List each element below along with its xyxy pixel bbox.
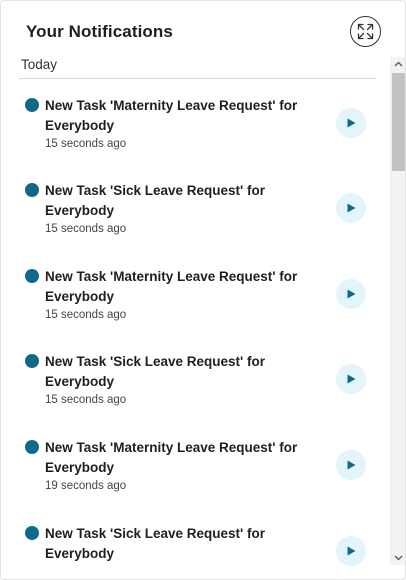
scroll-up-button[interactable]	[390, 57, 405, 71]
notification-time: 15 seconds ago	[45, 223, 127, 235]
notification-item[interactable]: New Task 'Maternity Leave Request' for E…	[1, 250, 389, 336]
play-icon	[347, 460, 356, 470]
panel-header: Your Notifications	[1, 1, 405, 57]
notification-title: New Task 'Sick Leave Request' for Everyb…	[45, 354, 266, 389]
notifications-panel: Your Notifications Today New Task 'Mater…	[0, 0, 406, 580]
open-notification-button[interactable]	[336, 193, 366, 223]
notification-list: New Task 'Maternity Leave Request' for E…	[1, 79, 389, 579]
unread-dot	[25, 526, 39, 540]
chevron-up-icon	[394, 61, 403, 67]
scrollbar-thumb[interactable]	[392, 73, 405, 171]
notification-item[interactable]: New Task 'Maternity Leave Request' for E…	[1, 79, 389, 165]
notification-item[interactable]: New Task 'Sick Leave Request' for Everyb…	[1, 335, 389, 421]
open-notification-button[interactable]	[336, 450, 366, 480]
expand-arrows-icon	[357, 23, 374, 40]
section-label-today: Today	[21, 57, 58, 72]
notification-title: New Task 'Maternity Leave Request' for E…	[45, 440, 298, 475]
play-icon	[347, 203, 356, 213]
unread-dot	[25, 98, 39, 112]
open-notification-button[interactable]	[336, 536, 366, 566]
panel-title: Your Notifications	[26, 22, 173, 41]
unread-dot	[25, 354, 39, 368]
notification-title: New Task 'Sick Leave Request' for Everyb…	[45, 526, 266, 561]
open-notification-button[interactable]	[336, 279, 366, 309]
unread-dot	[25, 269, 39, 283]
play-icon	[347, 546, 356, 556]
notification-time: 15 seconds ago	[45, 138, 127, 150]
notification-title: New Task 'Sick Leave Request' for Everyb…	[45, 183, 266, 218]
notification-item[interactable]: New Task 'Maternity Leave Request' for E…	[1, 421, 389, 507]
notification-item[interactable]: New Task 'Sick Leave Request' for Everyb…	[1, 164, 389, 250]
chevron-down-icon	[394, 555, 403, 561]
vertical-scrollbar[interactable]	[390, 57, 405, 565]
play-icon	[347, 289, 356, 299]
notification-time: 15 seconds ago	[45, 309, 127, 321]
notification-time: 15 seconds ago	[45, 394, 127, 406]
scroll-down-button[interactable]	[390, 551, 405, 565]
notification-title: New Task 'Maternity Leave Request' for E…	[45, 269, 298, 304]
open-notification-button[interactable]	[336, 108, 366, 138]
notification-time: 19 seconds ago	[45, 480, 127, 492]
play-icon	[347, 374, 356, 384]
notification-item[interactable]: New Task 'Sick Leave Request' for Everyb…	[1, 507, 389, 579]
expand-button[interactable]	[350, 16, 381, 47]
unread-dot	[25, 183, 39, 197]
play-icon	[347, 118, 356, 128]
open-notification-button[interactable]	[336, 364, 366, 394]
unread-dot	[25, 440, 39, 454]
notification-title: New Task 'Maternity Leave Request' for E…	[45, 98, 298, 133]
